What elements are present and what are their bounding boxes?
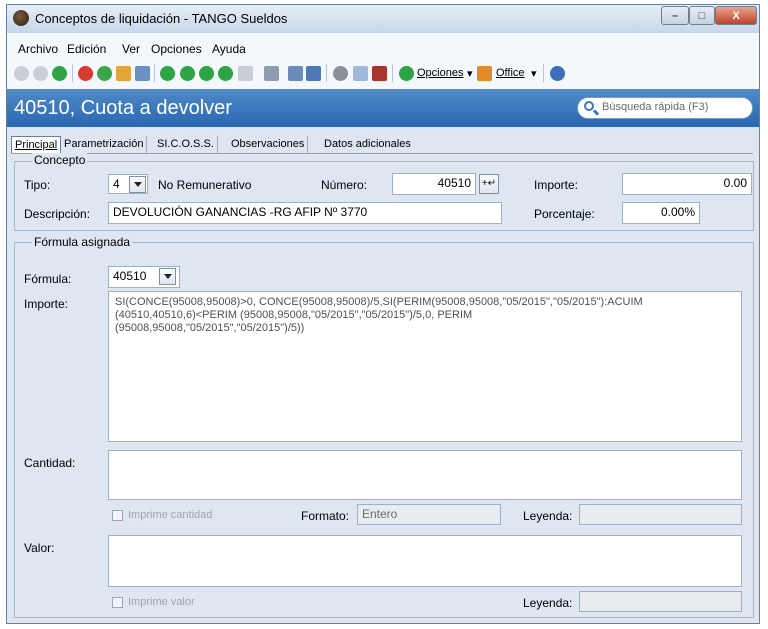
formula-group-title: Fórmula asignada — [32, 235, 133, 249]
office-menu-button[interactable]: Office — [496, 67, 525, 79]
descripcion-label: Descripción: — [24, 207, 91, 221]
porcentaje-label: Porcentaje: — [534, 207, 595, 221]
maximize-button[interactable]: □ — [689, 6, 715, 25]
menu-ayuda[interactable]: Ayuda — [212, 42, 246, 56]
record-title: 40510, Cuota a devolver — [14, 97, 232, 119]
add-icon[interactable] — [52, 66, 67, 81]
leyenda-valor-field — [579, 591, 742, 612]
tab-principal[interactable]: Principal — [11, 136, 62, 154]
options-menu-button[interactable]: Opciones — [417, 67, 463, 79]
descripcion-field[interactable]: DEVOLUCIÓN GANANCIAS -RG AFIP Nº 3770 — [108, 202, 502, 224]
tipo-value: 4 — [113, 177, 120, 191]
imprime-cantidad-label: Imprime cantidad — [128, 509, 213, 521]
formula-importe-textarea[interactable]: SI(CONCE(95008,95008)>0, CONCE(95008,950… — [108, 291, 742, 442]
tipo-dropdown-button[interactable] — [129, 176, 146, 193]
chevron-down-icon[interactable]: ▾ — [467, 67, 473, 80]
menu-ver[interactable]: Ver — [122, 42, 140, 56]
leyenda-valor-label: Leyenda: — [523, 596, 573, 610]
app-icon — [13, 10, 29, 26]
first-record-icon[interactable] — [160, 66, 175, 81]
tab-sicoss[interactable]: SI.C.O.S.S. — [154, 136, 218, 154]
imprime-cantidad-checkbox[interactable] — [112, 510, 123, 521]
formula-importe-label: Importe: — [24, 297, 69, 311]
tab-datos-adicionales[interactable]: Datos adicionales — [321, 136, 414, 154]
valor-textarea[interactable] — [108, 535, 742, 587]
filter-icon[interactable] — [264, 66, 279, 81]
toolbar-separator — [154, 64, 155, 82]
sort-icon[interactable] — [306, 66, 321, 81]
importe-label: Importe: — [534, 178, 579, 192]
binoculars-icon[interactable] — [238, 66, 253, 81]
next-record-icon[interactable] — [199, 66, 214, 81]
formato-field: Entero — [357, 504, 501, 525]
menu-archivo[interactable]: Archivo — [18, 42, 58, 56]
imprime-valor-label: Imprime valor — [128, 596, 195, 608]
menu-opciones[interactable]: Opciones — [151, 42, 202, 56]
chevron-down-icon[interactable]: ▾ — [531, 67, 537, 80]
next-number-icon[interactable]: +↵ — [479, 174, 499, 194]
book-icon[interactable] — [372, 66, 387, 81]
cantidad-textarea[interactable] — [108, 450, 742, 500]
toolbar-separator — [72, 64, 73, 82]
toolbar-separator — [392, 64, 393, 82]
minimize-button[interactable]: – — [661, 6, 689, 25]
leyenda-field — [579, 504, 742, 525]
settings-icon[interactable] — [333, 66, 348, 81]
copy-icon[interactable] — [135, 66, 150, 81]
tab-parametrizacion[interactable]: Parametrización — [61, 136, 148, 154]
numero-field[interactable]: 40510 — [392, 173, 476, 195]
imprime-valor-checkbox[interactable] — [112, 597, 123, 608]
help-icon[interactable] — [550, 66, 565, 81]
refresh-icon[interactable] — [97, 66, 112, 81]
delete-icon[interactable] — [78, 66, 93, 81]
toolbar-separator — [543, 64, 544, 82]
options-icon[interactable] — [399, 66, 414, 81]
menu-edicion[interactable]: Edición — [67, 42, 106, 56]
columns-icon[interactable] — [288, 66, 303, 81]
tabs-divider — [11, 153, 753, 154]
tipo-label: Tipo: — [24, 178, 51, 192]
porcentaje-field[interactable]: 0.00% — [622, 202, 700, 224]
formula-value: 40510 — [113, 269, 147, 283]
previous-record-icon[interactable] — [180, 66, 195, 81]
numero-label: Número: — [321, 178, 368, 192]
tipo-description: No Remunerativo — [158, 178, 252, 192]
formula-dropdown-button[interactable] — [159, 268, 176, 285]
concepto-group-title: Concepto — [32, 153, 88, 167]
edit-icon[interactable] — [116, 66, 131, 81]
importe-field[interactable]: 0.00 — [622, 173, 752, 195]
quick-search-placeholder: Búsqueda rápida (F3) — [602, 101, 709, 113]
cancel-icon[interactable] — [33, 66, 48, 81]
search-icon — [584, 101, 594, 111]
leyenda-label: Leyenda: — [523, 509, 573, 523]
formula-label: Fórmula: — [24, 272, 72, 286]
preview-icon[interactable] — [353, 66, 368, 81]
office-icon[interactable] — [477, 66, 492, 81]
toolbar-separator — [326, 64, 327, 82]
cantidad-label: Cantidad: — [24, 456, 76, 470]
close-button[interactable]: X — [715, 6, 757, 25]
formato-label: Formato: — [301, 509, 350, 523]
window-title: Conceptos de liquidación - TANGO Sueldos — [35, 11, 288, 26]
valor-label: Valor: — [24, 541, 55, 555]
tab-observaciones[interactable]: Observaciones — [228, 136, 309, 154]
accept-icon[interactable] — [14, 66, 29, 81]
last-record-icon[interactable] — [218, 66, 233, 81]
